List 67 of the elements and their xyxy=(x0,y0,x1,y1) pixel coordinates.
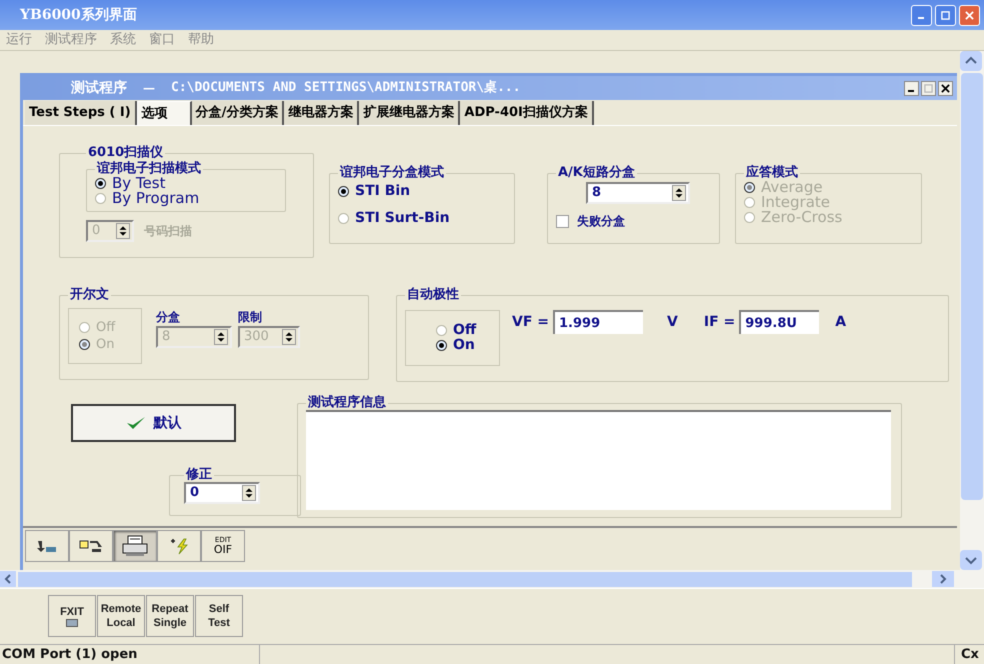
group-title: 修正 xyxy=(184,468,213,482)
status-message: COM Port (1) open xyxy=(0,644,260,664)
unit-label: A xyxy=(835,312,846,332)
radio-button[interactable]: By Test xyxy=(95,176,277,191)
scroll-down-icon[interactable] xyxy=(960,550,982,570)
tab[interactable]: 分盒/分类方案 xyxy=(192,101,284,125)
scroll-right-icon[interactable] xyxy=(932,571,954,587)
horizontal-scrollbar[interactable] xyxy=(0,570,984,588)
tab[interactable]: 扩展继电器方案 xyxy=(359,101,460,125)
command-button[interactable]: Self Test xyxy=(195,595,243,637)
minimize-icon xyxy=(908,90,914,92)
scroll-left-icon[interactable] xyxy=(0,571,16,587)
child-title: 测试程序 xyxy=(71,78,127,98)
radio-button[interactable]: STI Bin xyxy=(338,184,506,199)
field-label: 限制 xyxy=(238,309,263,326)
monitor-icon xyxy=(66,619,78,627)
checkmark-icon xyxy=(126,416,146,430)
checkbox[interactable]: 失败分盒 xyxy=(556,212,711,230)
group-title: A/K短路分盒 xyxy=(557,166,636,180)
folder-arrow-icon xyxy=(79,539,103,553)
radio-button[interactable]: Off xyxy=(436,323,499,338)
command-button[interactable]: Remote Local xyxy=(97,595,145,637)
group-title: 测试程序信息 xyxy=(307,396,387,410)
unit-label: V xyxy=(667,312,678,332)
group-title: 谊邦电子扫描模式 xyxy=(96,162,202,176)
file-path: C:\DOCUMENTS AND SETTINGS\ADMINISTRATOR\桌... xyxy=(171,79,522,98)
field-label: VF = xyxy=(512,312,550,332)
vertical-scrollbar[interactable] xyxy=(960,51,984,570)
scroll-up-icon[interactable] xyxy=(960,51,982,71)
tab[interactable]: Test Steps ( I) xyxy=(25,101,137,125)
close-icon xyxy=(965,10,974,20)
plus-lightning-icon xyxy=(168,537,190,555)
toolbar-button[interactable] xyxy=(69,530,113,562)
maximize-icon xyxy=(941,10,950,20)
minimize-button[interactable] xyxy=(904,80,919,96)
default-button[interactable]: 默认 xyxy=(71,404,236,442)
spin-box[interactable]: 0 xyxy=(184,482,260,504)
window-title: YB6000系列界面 xyxy=(20,6,138,24)
toolbar-button[interactable] xyxy=(25,530,69,562)
group-title: 谊邦电子分盒模式 xyxy=(338,166,445,180)
close-icon xyxy=(941,84,950,92)
close-button[interactable] xyxy=(938,80,953,96)
printer-icon xyxy=(121,535,149,557)
arrow-tray-icon xyxy=(36,539,58,553)
maximize-icon xyxy=(924,84,933,92)
group-title: 6010扫描仪 xyxy=(87,146,164,160)
radio-button[interactable]: STI Surt-Bin xyxy=(338,211,506,226)
input-field[interactable]: 999.8U xyxy=(739,310,820,334)
input-field[interactable]: 1.999 xyxy=(553,310,644,334)
tab[interactable]: ADP-40I扫描仪方案 xyxy=(460,101,594,125)
tab[interactable]: 继电器方案 xyxy=(284,101,360,125)
field-label: IF = xyxy=(704,312,736,332)
group-title: 自动极性 xyxy=(406,288,460,302)
command-button[interactable]: FXIT xyxy=(48,595,96,637)
field-label: 号码扫描 xyxy=(144,223,192,240)
title-separator: — xyxy=(143,80,155,97)
field-label: 分盒 xyxy=(156,309,181,326)
command-button[interactable]: Repeat Single xyxy=(146,595,194,637)
spin-box[interactable]: 8 xyxy=(586,182,690,204)
tab[interactable]: 选项 xyxy=(136,101,192,125)
radio-button[interactable]: On xyxy=(436,338,499,353)
status-indicator: Cx xyxy=(954,644,984,664)
group-title: 开尔文 xyxy=(69,288,110,302)
toolbar-button[interactable] xyxy=(113,530,157,562)
radio-button[interactable]: By Program xyxy=(95,191,277,206)
group-title: 应答模式 xyxy=(744,166,799,180)
minimize-icon xyxy=(918,17,924,19)
